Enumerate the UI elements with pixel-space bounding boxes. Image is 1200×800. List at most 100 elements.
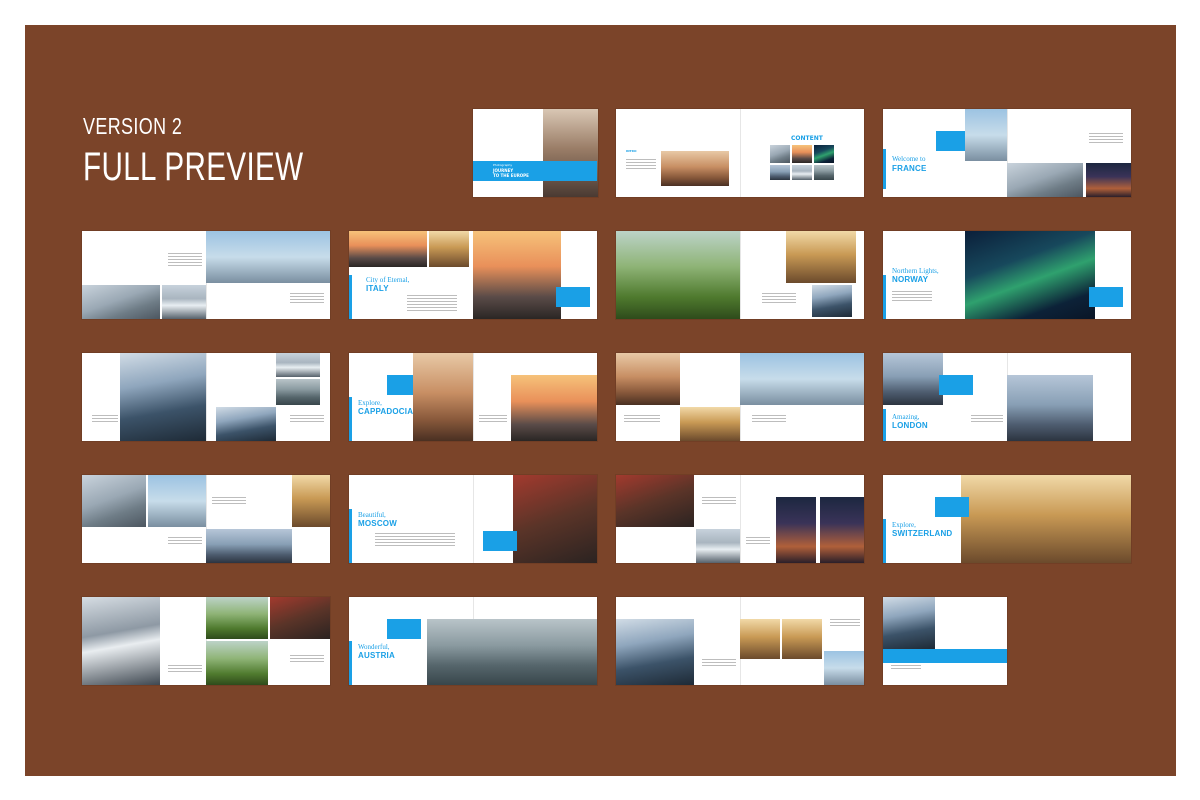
spread-cappadocia-2[interactable]: [616, 353, 864, 441]
text-block: [168, 253, 202, 268]
accent-bar: [883, 275, 886, 319]
intro-photo: [661, 151, 729, 186]
cover-line3: TO THE EUROPE: [493, 173, 529, 178]
spread-contents[interactable]: INTRO CONTENT: [616, 109, 864, 197]
london-heading-bold: LONDON: [892, 421, 928, 430]
london-city-photo: [82, 475, 146, 527]
balloons-photo: [616, 353, 680, 405]
spread-cappadocia[interactable]: Explore, CAPPADOCIA: [349, 353, 597, 441]
norway-blue-box: [1089, 287, 1123, 307]
hallstatt-photo: [427, 619, 597, 685]
page-fold: [740, 109, 741, 197]
text-block: [92, 415, 118, 424]
france-heading-bold: FRANCE: [892, 164, 927, 173]
moscow-lights-photo: [820, 497, 864, 563]
big-ben-photo: [883, 353, 943, 405]
norway-heading-bold: NORWAY: [892, 275, 929, 284]
swiss-village-photo: [206, 597, 268, 639]
lofoten-photo: [120, 353, 206, 441]
preview-board: VERSION 2 FULL PREVIEW Photography JOURN…: [25, 25, 1176, 776]
switzerland-heading-bold: SWITZERLAND: [892, 529, 953, 538]
cover-line1: Photography: [493, 163, 513, 167]
cappadocia-heading-bold: CAPPADOCIA: [358, 407, 414, 416]
preview-title: FULL PREVIEW: [83, 145, 304, 189]
text-block: [290, 293, 324, 305]
contents-thumb-1: [770, 145, 790, 163]
rome-photo-2: [429, 231, 469, 267]
bordeaux-photo: [206, 231, 330, 283]
france-photo-arc: [965, 109, 1007, 161]
text-block: [892, 291, 932, 303]
spread-moscow-2[interactable]: [616, 475, 864, 563]
contents-thumb-2: [792, 145, 812, 163]
spread-norway-2[interactable]: [82, 353, 330, 441]
vienna-church-photo: [782, 619, 822, 659]
contents-thumb-6: [814, 165, 834, 180]
spread-switzerland[interactable]: Explore, SWITZERLAND: [883, 475, 1131, 563]
london-eye-photo: [148, 475, 206, 527]
st-pauls-photo: [292, 475, 330, 527]
accent-bar: [349, 509, 352, 563]
austria-heading-light: Wonderful,: [358, 643, 390, 651]
france-photo-louvre: [1007, 163, 1083, 197]
spread-italy[interactable]: City of Eternal, ITALY: [349, 231, 597, 319]
text-block: [375, 533, 455, 548]
rome-photo: [349, 231, 427, 267]
cave-photo: [680, 407, 740, 441]
accent-bar: [883, 409, 886, 441]
tuscany-photo: [616, 231, 740, 319]
text-block: [290, 655, 324, 664]
text-block: [752, 415, 786, 424]
vienna-street-photo: [740, 619, 780, 659]
text-block: [407, 295, 457, 313]
vienna-skyline-photo: [824, 651, 864, 685]
accent-bar: [349, 397, 352, 441]
spread-france[interactable]: Welcome to FRANCE: [883, 109, 1131, 197]
page-fold: [473, 475, 474, 563]
text-block: [479, 415, 507, 424]
spread-austria[interactable]: Wonderful, AUSTRIA: [349, 597, 597, 685]
text-block: [290, 415, 324, 424]
spread-back-cover[interactable]: [883, 597, 1007, 685]
spread-london-2[interactable]: [82, 475, 330, 563]
contents-title: CONTENT: [791, 135, 823, 142]
spread-norway[interactable]: Northern Lights, NORWAY: [883, 231, 1131, 319]
accent-bar: [883, 149, 886, 189]
spread-london[interactable]: Amazing, LONDON: [883, 353, 1131, 441]
spread-cover[interactable]: Photography JOURNEY TO THE EUROPE: [473, 109, 598, 197]
contents-thumb-5: [792, 165, 812, 180]
spread-france-2[interactable]: [82, 231, 330, 319]
spread-moscow[interactable]: Beautiful, MOSCOW: [349, 475, 597, 563]
spread-austria-2[interactable]: [616, 597, 864, 685]
venice-photo: [473, 231, 561, 319]
accent-bar: [349, 275, 352, 319]
text-block: [830, 619, 860, 628]
cappadocia-heading-light: Explore,: [358, 399, 382, 407]
hiker-photo: [616, 619, 694, 685]
london-blue-box: [939, 375, 973, 395]
spread-italy-2[interactable]: [616, 231, 864, 319]
cinque-terre-photo: [812, 285, 852, 317]
norway-heading-light: Northern Lights,: [892, 267, 939, 275]
spread-switzerland-2[interactable]: [82, 597, 330, 685]
intro-text: [626, 159, 656, 171]
norway-photo-2: [276, 379, 320, 405]
text-block: [971, 415, 1003, 424]
text-block: [891, 665, 921, 671]
text-block: [702, 659, 736, 668]
switzerland-heading-light: Explore,: [892, 521, 916, 529]
norway-photo-1: [276, 353, 320, 377]
austria-heading-bold: AUSTRIA: [358, 651, 395, 660]
back-cover-blue-box: [883, 649, 1007, 663]
title-block: VERSION 2 FULL PREVIEW: [83, 113, 381, 189]
contents-thumb-3: [814, 145, 834, 163]
aurora-photo: [965, 231, 1095, 319]
text-block: [762, 293, 796, 305]
page-fold: [473, 353, 474, 441]
intro-label: INTRO: [626, 149, 637, 153]
cover-blue-box: [473, 161, 597, 181]
paris-photo: [82, 285, 160, 319]
cover-photo: [543, 109, 598, 197]
france-text: [1089, 133, 1123, 145]
version-label: VERSION 2: [83, 113, 183, 139]
